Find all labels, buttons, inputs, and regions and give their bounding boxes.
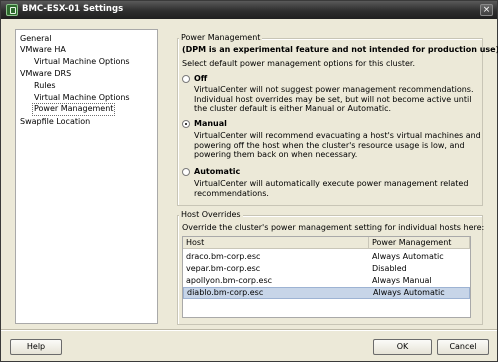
table-row[interactable]: diablo.bm-corp.esc Always Automatic: [183, 287, 470, 299]
host-cell: diablo.bm-corp.esc: [187, 288, 264, 297]
host-overrides-instruction: Override the cluster's power management …: [182, 223, 485, 232]
tree-item-vmware-drs[interactable]: VMware DRS: [19, 68, 72, 79]
tree-item-general[interactable]: General: [19, 33, 53, 44]
power-management-group-title: Power Management: [179, 33, 263, 42]
help-button[interactable]: Help: [10, 339, 62, 355]
power-management-instruction: Select default power management options …: [182, 59, 416, 68]
dpm-warning: (DPM is an experimental feature and not …: [182, 45, 498, 54]
tree-item-drs-vm-options[interactable]: Virtual Machine Options: [33, 92, 131, 103]
host-cell: apollyon.bm-corp.esc: [186, 276, 273, 285]
settings-tree: General VMware HA Virtual Machine Option…: [15, 29, 158, 324]
close-button[interactable]: ×: [480, 4, 493, 16]
title-bar[interactable]: BMC-ESX-01 Settings ×: [1, 1, 497, 19]
radio-manual[interactable]: [182, 120, 190, 128]
host-overrides-group-title: Host Overrides: [179, 210, 243, 219]
option-manual-desc-line: powering them back on when necessary.: [194, 150, 358, 159]
tree-item-vmware-ha[interactable]: VMware HA: [19, 44, 67, 55]
tree-item-swapfile-location[interactable]: Swapfile Location: [19, 116, 91, 127]
vm-settings-icon: [6, 4, 18, 16]
tree-item-rules[interactable]: Rules: [33, 80, 57, 91]
option-off-desc-line: the cluster default is either Manual or …: [194, 104, 392, 113]
host-cell: draco.bm-corp.esc: [186, 252, 261, 261]
footer-divider: [1, 329, 497, 331]
column-header-power-management[interactable]: Power Management: [369, 237, 470, 249]
column-header-host[interactable]: Host: [183, 237, 369, 249]
option-manual-desc-line: VirtualCenter will recommend evacuating …: [194, 131, 481, 140]
table-row[interactable]: apollyon.bm-corp.esc Always Manual: [183, 275, 470, 287]
settings-dialog: BMC-ESX-01 Settings × General VMware HA …: [0, 0, 498, 362]
option-automatic-label[interactable]: Automatic: [194, 167, 240, 176]
table-row[interactable]: draco.bm-corp.esc Always Automatic: [183, 251, 470, 263]
ok-button[interactable]: OK: [373, 339, 432, 355]
table-row[interactable]: vepar.bm-corp.esc Disabled: [183, 263, 470, 275]
power-management-cell[interactable]: Always Manual: [372, 275, 432, 287]
radio-automatic[interactable]: [182, 168, 190, 176]
option-off-desc-line: VirtualCenter will not suggest power man…: [194, 85, 474, 94]
tree-item-ha-vm-options[interactable]: Virtual Machine Options: [33, 56, 131, 67]
power-management-cell[interactable]: Always Automatic: [372, 251, 444, 263]
option-manual-label[interactable]: Manual: [194, 119, 227, 128]
window-title: BMC-ESX-01 Settings: [22, 4, 124, 14]
option-off-label[interactable]: Off: [194, 74, 207, 83]
host-overrides-table: Host Power Management draco.bm-corp.esc …: [182, 236, 471, 318]
option-automatic-description: VirtualCenter will automatically execute…: [194, 179, 468, 198]
option-automatic-desc-line: recommendations.: [194, 188, 269, 198]
cancel-button[interactable]: Cancel: [437, 339, 489, 355]
option-off-desc-line: Individual host overrides may be set, bu…: [194, 94, 472, 104]
host-cell: vepar.bm-corp.esc: [186, 264, 261, 273]
option-manual-description: VirtualCenter will recommend evacuating …: [194, 131, 481, 160]
power-management-cell[interactable]: Disabled: [372, 263, 407, 275]
option-off-description: VirtualCenter will not suggest power man…: [194, 85, 474, 114]
tree-item-power-management[interactable]: Power Management: [32, 103, 116, 116]
power-management-cell[interactable]: Always Automatic: [373, 288, 445, 298]
option-manual-desc-line: powering off the host when the cluster's…: [194, 140, 465, 150]
option-automatic-desc-line: VirtualCenter will automatically execute…: [194, 179, 469, 188]
radio-off[interactable]: [182, 75, 190, 83]
